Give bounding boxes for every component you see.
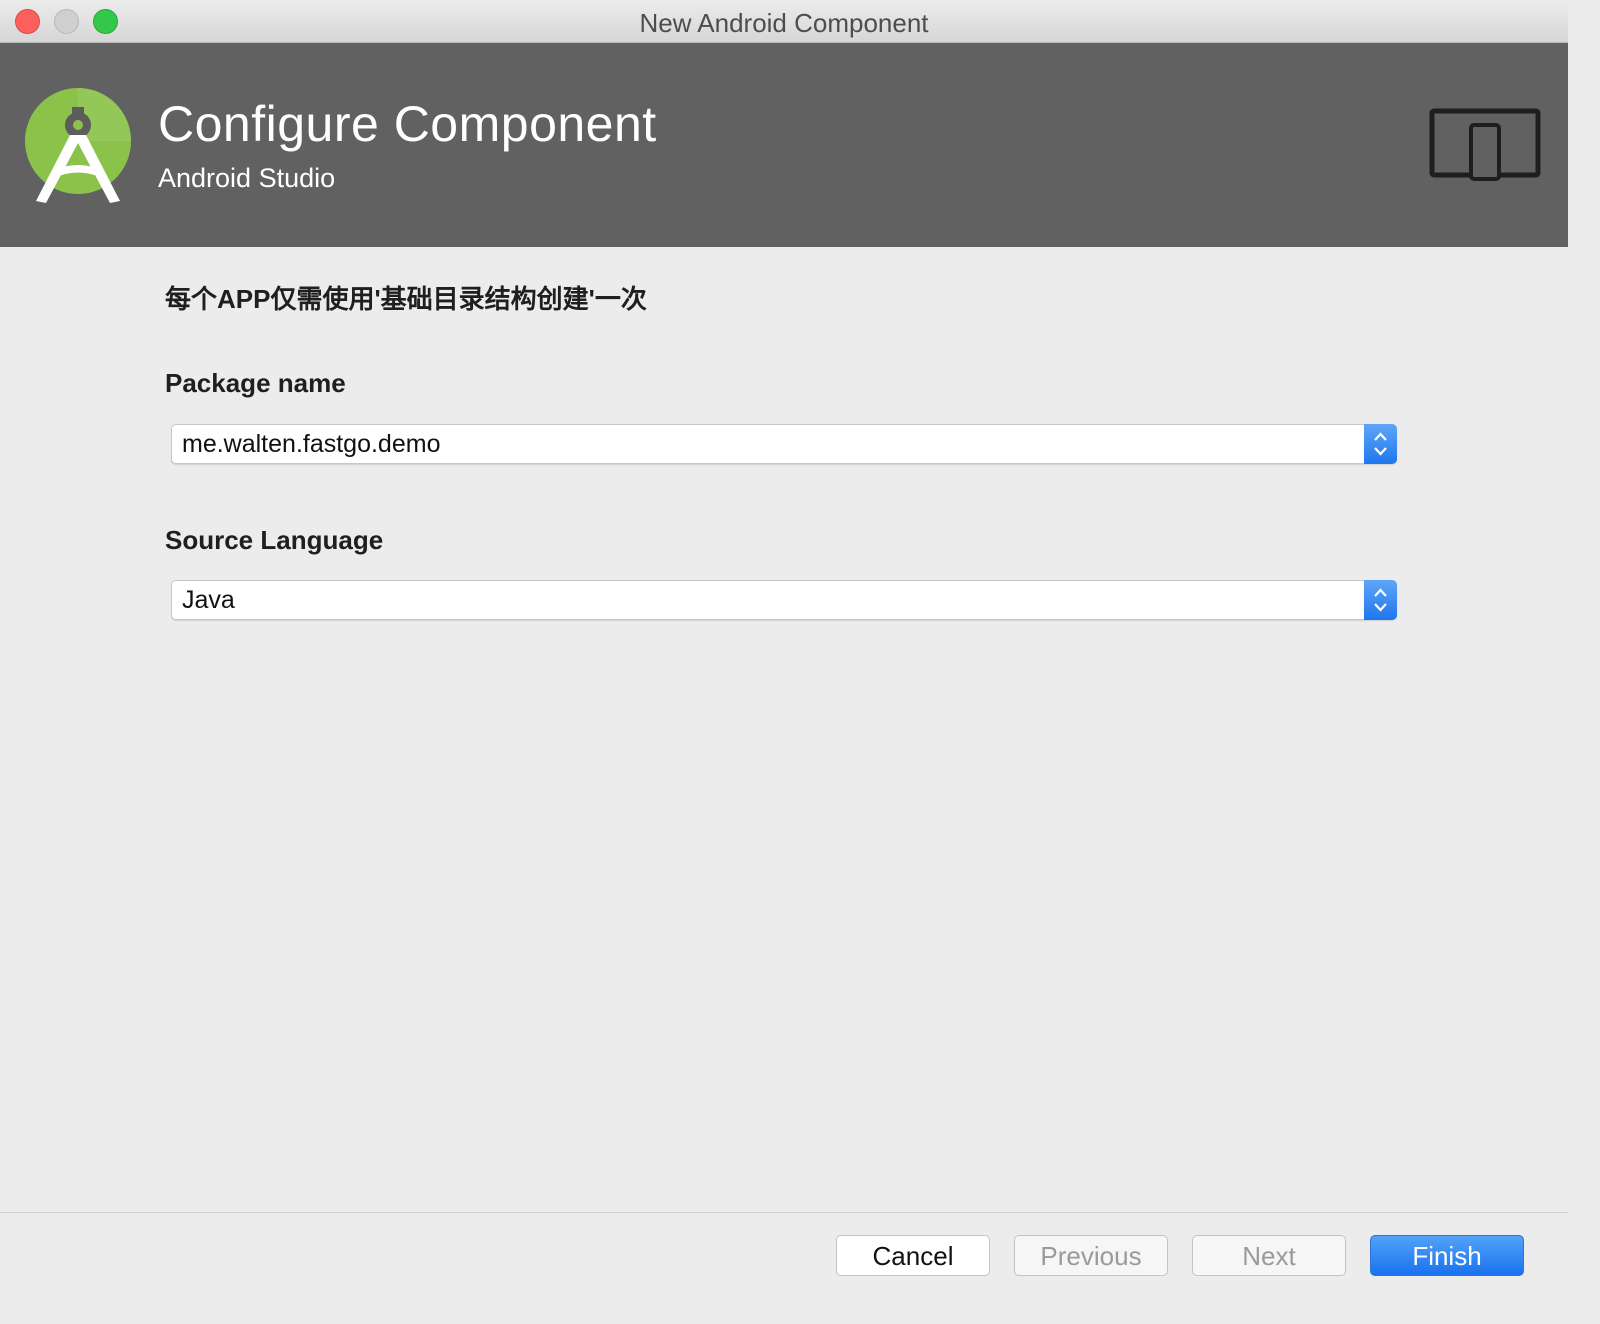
source-language-label: Source Language [165, 525, 384, 555]
next-button[interactable]: Next [1192, 1235, 1346, 1276]
finish-button[interactable]: Finish [1370, 1235, 1524, 1276]
up-down-chevron-icon [1374, 432, 1387, 456]
package-name-label: Package name [165, 368, 346, 398]
usage-note: 每个APP仅需使用'基础目录结构创建'一次 [165, 284, 647, 314]
package-name-value[interactable]: me.walten.fastgo.demo [182, 430, 440, 459]
dialog-footer: Cancel Previous Next Finish [0, 1212, 1568, 1298]
up-down-chevron-icon [1374, 588, 1387, 612]
device-form-factor-icon [1429, 108, 1541, 181]
source-language-dropdown-button[interactable] [1364, 580, 1397, 620]
package-name-combobox[interactable]: me.walten.fastgo.demo [171, 424, 1397, 464]
previous-button[interactable]: Previous [1014, 1235, 1168, 1276]
form-content: 每个APP仅需使用'基础目录结构创建'一次 Package name me.wa… [0, 247, 1568, 1212]
package-name-dropdown-button[interactable] [1364, 424, 1397, 464]
dialog-window: New Android Component Configure Componen… [0, 0, 1568, 1298]
window-title: New Android Component [639, 8, 929, 38]
title-bar[interactable]: New Android Component [0, 0, 1568, 43]
source-language-select[interactable]: Java [171, 580, 1397, 620]
header-banner: Configure Component Android Studio [0, 43, 1568, 247]
page-subtitle: Android Studio [158, 163, 336, 193]
page-title: Configure Component [158, 96, 657, 152]
android-studio-logo-icon [25, 88, 131, 203]
source-language-value[interactable]: Java [182, 586, 235, 615]
cancel-button[interactable]: Cancel [836, 1235, 990, 1276]
